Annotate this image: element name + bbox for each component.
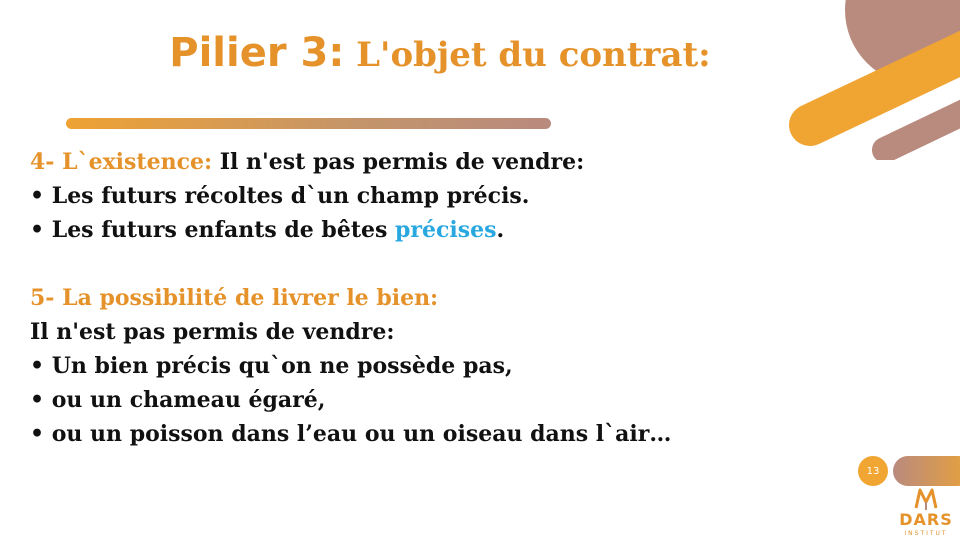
title-underline-bar [66,118,551,129]
slide-title: Pilier 3: L'objet du contrat: [0,30,880,76]
title-subject: L'objet du contrat: [344,35,711,75]
section5-bullet-2: • ou un chameau égaré, [30,387,326,413]
page-number-decor-pill [893,456,960,486]
logo-tagline: INSTITUT [904,530,948,537]
title-pillar: Pilier 3: [169,30,345,76]
decorative-shapes-top-right [789,0,960,160]
page-number-badge: 13 [858,456,888,486]
section4-bullet-2-end: . [496,217,505,243]
section4-heading-rest: Il n'est pas permis de vendre: [212,149,585,175]
section4-bullet-2: • Les futurs enfants de bêtes précises. [30,213,830,247]
section5-intro: Il n'est pas permis de vendre: [30,319,395,345]
section4-bullet-2-start: • Les futurs enfants de bêtes [30,217,396,243]
section4-bullet-2-highlight: précises [395,217,497,243]
slide-body: 4- L`existence: Il n'est pas permis de v… [30,145,830,451]
section4-bullet-1: • Les futurs récoltes d`un champ précis. [30,183,530,209]
section4-heading-line: 4- L`existence: Il n'est pas permis de v… [30,145,830,179]
logo-name: DARS [899,510,953,529]
section5-bullet-1: • Un bien précis qu`on ne possède pas, [30,353,513,379]
section4-heading: 4- L`existence: [30,149,213,175]
section5-bullet-3: • ou un poisson dans l’eau ou un oiseau … [30,421,672,447]
section5-heading: 5- La possibilité de livrer le bien: [30,285,439,311]
slide: Pilier 3: L'objet du contrat: 4- L`exist… [0,0,960,540]
